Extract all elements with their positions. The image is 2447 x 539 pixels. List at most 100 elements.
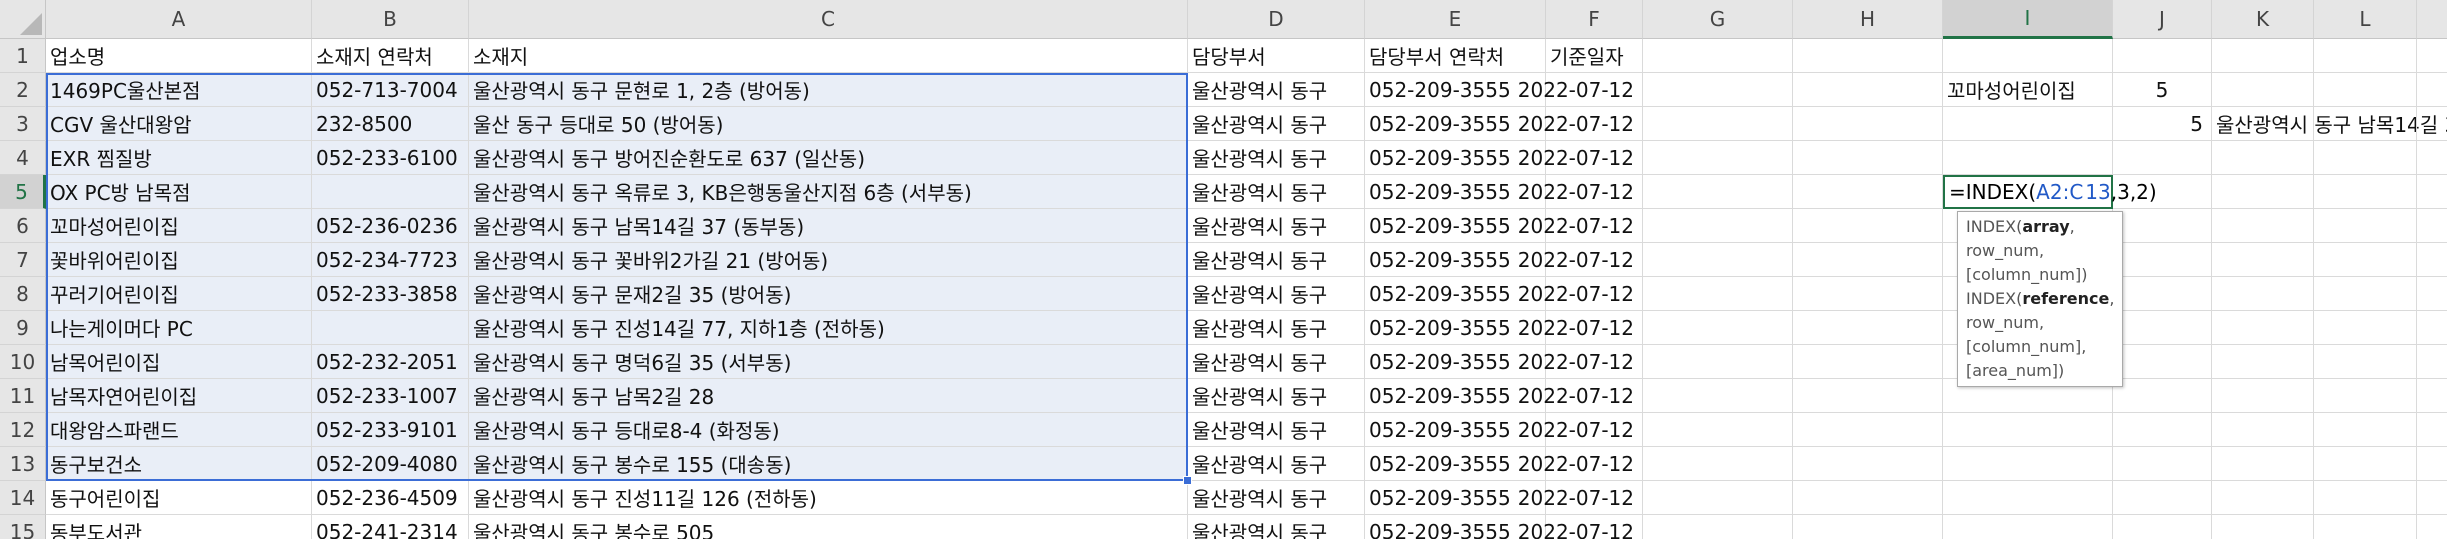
- cell-c8[interactable]: 울산광역시 동구 문재2길 35 (방어동): [469, 277, 1188, 311]
- cell-l7[interactable]: [2314, 243, 2417, 277]
- cell-c12[interactable]: 울산광역시 동구 등대로8-4 (화정동): [469, 413, 1188, 447]
- cell-d4[interactable]: 울산광역시 동구: [1188, 141, 1365, 175]
- cell-f15[interactable]: 2022-07-12: [1518, 515, 1643, 539]
- cell-m12[interactable]: [2417, 413, 2447, 447]
- cell-k8[interactable]: [2212, 277, 2314, 311]
- cell-f6[interactable]: 2022-07-12: [1518, 209, 1643, 243]
- column-header-a[interactable]: A: [46, 0, 312, 39]
- cell-k2[interactable]: [2212, 73, 2314, 107]
- cell-h15[interactable]: [1793, 515, 1943, 539]
- cell-h3[interactable]: [1793, 107, 1943, 141]
- cell-g1[interactable]: [1643, 39, 1793, 73]
- cell-h9[interactable]: [1793, 311, 1943, 345]
- cell-c13[interactable]: 울산광역시 동구 봉수로 155 (대송동): [469, 447, 1188, 481]
- active-cell-i5-formula-editor[interactable]: =INDEX(A2:C 13,3,2): [1943, 175, 2157, 209]
- cell-k6[interactable]: [2212, 209, 2314, 243]
- cell-b3[interactable]: 232-8500: [312, 107, 469, 141]
- cell-k14[interactable]: [2212, 481, 2314, 515]
- cell-f1[interactable]: 기준일자: [1546, 39, 1643, 73]
- cell-j9[interactable]: [2113, 311, 2212, 345]
- cell-k10[interactable]: [2212, 345, 2314, 379]
- cell-a1[interactable]: 업소명: [46, 39, 312, 73]
- cell-c10[interactable]: 울산광역시 동구 명덕6길 35 (서부동): [469, 345, 1188, 379]
- cell-g4[interactable]: [1643, 141, 1793, 175]
- cell-i4[interactable]: [1943, 141, 2113, 175]
- cell-a7[interactable]: 꽃바위어린이집: [46, 243, 312, 277]
- cell-d6[interactable]: 울산광역시 동구: [1188, 209, 1365, 243]
- cell-m6[interactable]: [2417, 209, 2447, 243]
- cell-g11[interactable]: [1643, 379, 1793, 413]
- cell-g8[interactable]: [1643, 277, 1793, 311]
- cell-m13[interactable]: [2417, 447, 2447, 481]
- cell-c4[interactable]: 울산광역시 동구 방어진순환도로 637 (일산동): [469, 141, 1188, 175]
- cell-b12[interactable]: 052-233-9101: [312, 413, 469, 447]
- column-header-f[interactable]: F: [1546, 0, 1643, 39]
- cell-d9[interactable]: 울산광역시 동구: [1188, 311, 1365, 345]
- cell-j4[interactable]: [2113, 141, 2212, 175]
- cell-a14[interactable]: 동구어린이집: [46, 481, 312, 515]
- cell-a4[interactable]: EXR 찜질방: [46, 141, 312, 175]
- cell-a6[interactable]: 꼬마성어린이집: [46, 209, 312, 243]
- cell-j1[interactable]: [2113, 39, 2212, 73]
- cell-j8[interactable]: [2113, 277, 2212, 311]
- cell-c6[interactable]: 울산광역시 동구 남목14길 37 (동부동): [469, 209, 1188, 243]
- cell-k5[interactable]: [2212, 175, 2314, 209]
- cell-j7[interactable]: [2113, 243, 2212, 277]
- cell-d8[interactable]: 울산광역시 동구: [1188, 277, 1365, 311]
- cell-d11[interactable]: 울산광역시 동구: [1188, 379, 1365, 413]
- cell-l10[interactable]: [2314, 345, 2417, 379]
- cell-m8[interactable]: [2417, 277, 2447, 311]
- cell-m7[interactable]: [2417, 243, 2447, 277]
- cell-m4[interactable]: [2417, 141, 2447, 175]
- cell-c14[interactable]: 울산광역시 동구 진성11길 126 (전하동): [469, 481, 1188, 515]
- cell-c3[interactable]: 울산 동구 등대로 50 (방어동): [469, 107, 1188, 141]
- cell-j13[interactable]: [2113, 447, 2212, 481]
- cell-l9[interactable]: [2314, 311, 2417, 345]
- cell-f5[interactable]: 2022-07-12: [1518, 175, 1643, 209]
- cell-m15[interactable]: [2417, 515, 2447, 539]
- cell-b5[interactable]: [312, 175, 469, 209]
- cell-b6[interactable]: 052-236-0236: [312, 209, 469, 243]
- cell-b15[interactable]: 052-241-2314: [312, 515, 469, 539]
- row-header-1[interactable]: 1: [0, 39, 46, 73]
- tooltip-signature-array[interactable]: INDEX(array, row_num, [column_num]): [1966, 215, 2114, 287]
- cell-k7[interactable]: [2212, 243, 2314, 277]
- cell-c1[interactable]: 소재지: [469, 39, 1188, 73]
- row-header-15[interactable]: 15: [0, 515, 46, 539]
- row-header-11[interactable]: 11: [0, 379, 46, 413]
- cell-c9[interactable]: 울산광역시 동구 진성14길 77, 지하1층 (전하동): [469, 311, 1188, 345]
- cell-d5[interactable]: 울산광역시 동구: [1188, 175, 1365, 209]
- cell-b14[interactable]: 052-236-4509: [312, 481, 469, 515]
- cell-d3[interactable]: 울산광역시 동구: [1188, 107, 1365, 141]
- row-header-10[interactable]: 10: [0, 345, 46, 379]
- cell-i13[interactable]: [1943, 447, 2113, 481]
- cell-m5[interactable]: [2417, 175, 2447, 209]
- select-all-corner[interactable]: [0, 0, 46, 39]
- cell-g5[interactable]: [1643, 175, 1793, 209]
- range-resize-handle[interactable]: [1183, 476, 1192, 485]
- row-header-3[interactable]: 3: [0, 107, 46, 141]
- cell-g15[interactable]: [1643, 515, 1793, 539]
- cell-a11[interactable]: 남목자연어린이집: [46, 379, 312, 413]
- cell-d1[interactable]: 담당부서: [1188, 39, 1365, 73]
- cell-a13[interactable]: 동구보건소: [46, 447, 312, 481]
- column-header-l[interactable]: L: [2314, 0, 2417, 39]
- cell-f2[interactable]: 2022-07-12: [1518, 73, 1643, 107]
- cell-k13[interactable]: [2212, 447, 2314, 481]
- cell-a5[interactable]: OX PC방 남목점: [46, 175, 312, 209]
- cell-g12[interactable]: [1643, 413, 1793, 447]
- cell-k9[interactable]: [2212, 311, 2314, 345]
- cell-g6[interactable]: [1643, 209, 1793, 243]
- cell-l4[interactable]: [2314, 141, 2417, 175]
- cell-b9[interactable]: [312, 311, 469, 345]
- cell-c11[interactable]: 울산광역시 동구 남목2길 28: [469, 379, 1188, 413]
- cell-h13[interactable]: [1793, 447, 1943, 481]
- cell-f13[interactable]: 2022-07-12: [1518, 447, 1643, 481]
- cell-f8[interactable]: 2022-07-12: [1518, 277, 1643, 311]
- cell-j11[interactable]: [2113, 379, 2212, 413]
- cell-h2[interactable]: [1793, 73, 1943, 107]
- cell-k11[interactable]: [2212, 379, 2314, 413]
- cell-m11[interactable]: [2417, 379, 2447, 413]
- row-header-8[interactable]: 8: [0, 277, 46, 311]
- cell-f7[interactable]: 2022-07-12: [1518, 243, 1643, 277]
